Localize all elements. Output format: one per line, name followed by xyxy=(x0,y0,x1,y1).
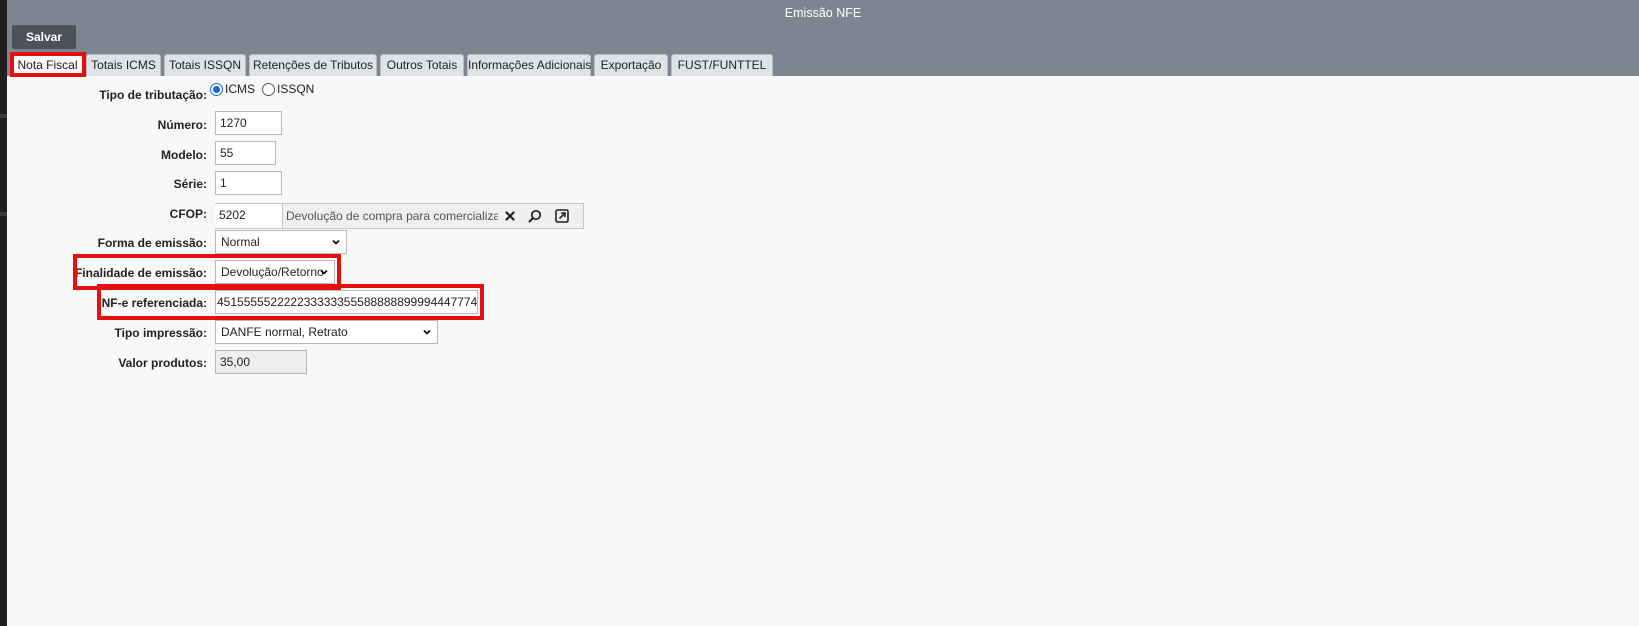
tab-exportacao[interactable]: Exportação xyxy=(594,54,668,76)
tab-retencoes-tributos[interactable]: Retenções de Tributos xyxy=(249,54,377,76)
chevron-down-icon xyxy=(423,329,431,335)
save-button[interactable]: Salvar xyxy=(12,25,76,49)
forma-emissao-select[interactable]: Normal xyxy=(215,230,347,254)
window-title: Emissão NFE xyxy=(784,6,862,20)
close-icon[interactable] xyxy=(501,207,519,225)
serie-label: Série: xyxy=(173,177,207,191)
tab-totais-icms[interactable]: Totais ICMS xyxy=(86,54,161,76)
nfe-referenciada-label: NF-e referenciada: xyxy=(101,296,207,310)
tipo-impressao-select[interactable]: DANFE normal, Retrato xyxy=(215,320,438,344)
numero-field[interactable]: 1270 xyxy=(215,111,282,135)
forma-emissao-value: Normal xyxy=(221,235,260,249)
edge-mark xyxy=(0,212,7,216)
tipo-impressao-label: Tipo impressão: xyxy=(114,326,207,340)
nfe-window: Emissão NFE Salvar Nota Fiscal Totais IC… xyxy=(7,0,1639,626)
modelo-label: Modelo: xyxy=(161,148,207,162)
cfop-label: CFOP: xyxy=(169,207,207,221)
left-edge-strip xyxy=(0,0,7,626)
tab-fust-funttel[interactable]: FUST/FUNTTEL xyxy=(671,54,773,76)
finalidade-emissao-value: Devolução/Retorno xyxy=(221,265,324,279)
radio-icms-label: ICMS xyxy=(225,82,255,96)
forma-emissao-label: Forma de emissão: xyxy=(97,236,207,250)
modelo-field[interactable]: 55 xyxy=(215,141,276,165)
tab-nota-fiscal[interactable]: Nota Fiscal xyxy=(12,54,83,76)
open-external-icon[interactable] xyxy=(553,207,571,225)
cfop-description: Devolução de compra para comercialização xyxy=(286,209,498,223)
window-header: Emissão NFE Salvar Nota Fiscal Totais IC… xyxy=(7,0,1639,77)
numero-label: Número: xyxy=(157,118,207,132)
serie-field[interactable]: 1 xyxy=(215,171,282,195)
valor-produtos-label: Valor produtos: xyxy=(118,356,207,370)
cfop-lookup: 5202 Devolução de compra para comerciali… xyxy=(215,203,584,229)
tab-outros-totais[interactable]: Outros Totais xyxy=(380,54,464,76)
tipo-impressao-value: DANFE normal, Retrato xyxy=(221,325,348,339)
radio-issqn[interactable] xyxy=(262,83,275,96)
cfop-code-field[interactable]: 5202 xyxy=(215,204,283,228)
nfe-referenciada-field[interactable]: 4515555522222333333555888888999944477745… xyxy=(215,290,478,314)
finalidade-emissao-select[interactable]: Devolução/Retorno xyxy=(215,260,335,284)
chevron-down-icon xyxy=(320,269,328,275)
radio-icms[interactable] xyxy=(210,83,223,96)
radio-issqn-label: ISSQN xyxy=(277,82,315,96)
chevron-down-icon xyxy=(332,239,340,245)
finalidade-emissao-label: Finalidade de emissão: xyxy=(74,266,207,280)
tipo-tributacao-label: Tipo de tributação: xyxy=(99,88,207,102)
edge-mark xyxy=(0,114,7,118)
valor-produtos-field: 35,00 xyxy=(215,350,307,374)
tab-totais-issqn[interactable]: Totais ISSQN xyxy=(164,54,246,76)
search-icon[interactable] xyxy=(526,207,544,225)
tab-informacoes-adicionais[interactable]: Informações Adicionais xyxy=(467,54,591,76)
